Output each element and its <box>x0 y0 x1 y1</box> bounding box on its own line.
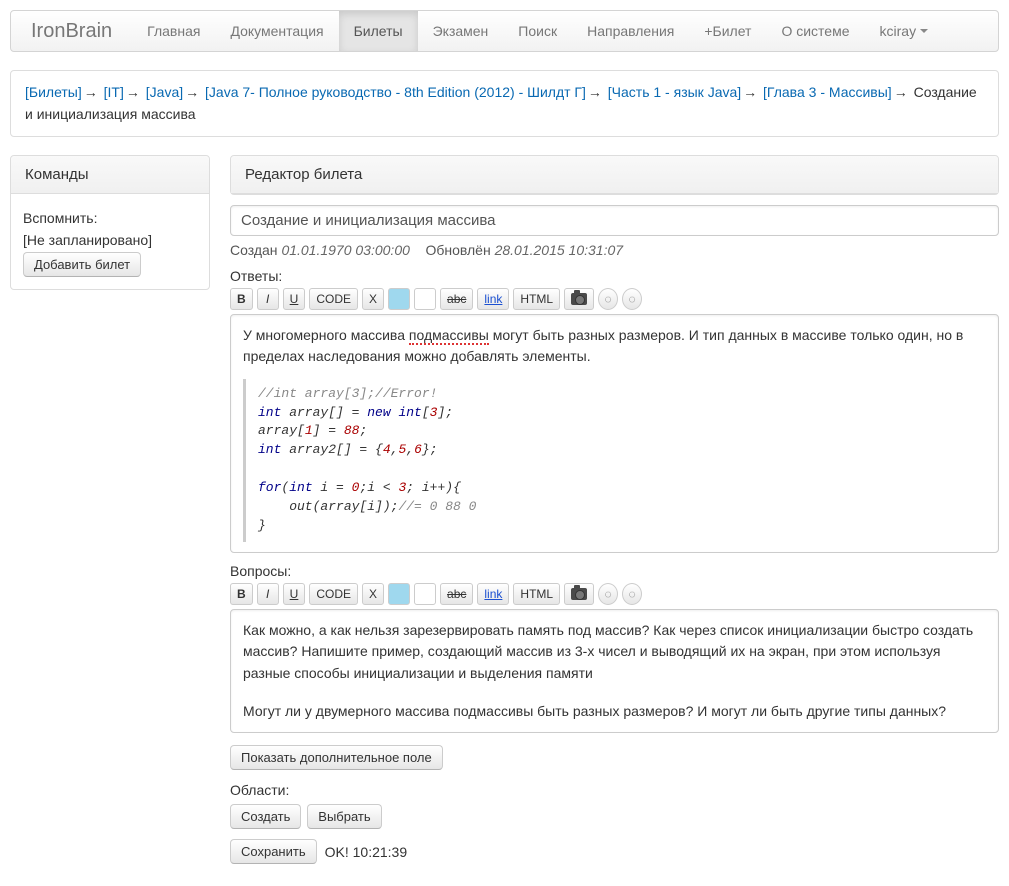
html-button-q[interactable]: HTML <box>513 583 560 605</box>
questions-label: Вопросы: <box>230 563 999 579</box>
crumb-book[interactable]: [Java 7- Полное руководство - 8th Editio… <box>205 84 586 100</box>
question-p1: Как можно, а как нельзя зарезервировать … <box>243 620 986 685</box>
nav-item-home[interactable]: Главная <box>132 11 215 51</box>
camera-icon <box>571 293 587 305</box>
italic-button-q[interactable]: I <box>257 583 279 605</box>
nav-user-dropdown[interactable]: kciray <box>865 11 944 51</box>
html-button[interactable]: HTML <box>513 288 560 310</box>
nav-item-add-ticket[interactable]: +Билет <box>689 11 766 51</box>
link-button-q[interactable]: link <box>477 583 509 605</box>
clear-button[interactable]: X <box>362 288 384 310</box>
nav-item-search[interactable]: Поиск <box>503 11 572 51</box>
caret-down-icon <box>920 29 928 33</box>
questions-editor[interactable]: Как можно, а как нельзя зарезервировать … <box>230 609 999 734</box>
code-button-q[interactable]: CODE <box>309 583 358 605</box>
crumb-part1[interactable]: [Часть 1 - язык Java] <box>608 84 741 100</box>
nav-item-directions[interactable]: Направления <box>572 11 689 51</box>
nav-user-name: kciray <box>880 23 917 39</box>
save-button[interactable]: Сохранить <box>230 839 317 864</box>
underline-button-q[interactable]: U <box>283 583 306 605</box>
brand[interactable]: IronBrain <box>11 20 132 43</box>
strike-button-q[interactable]: abc <box>440 583 473 605</box>
image-button[interactable] <box>564 288 594 310</box>
sidebar-title: Команды <box>11 156 209 194</box>
ticket-name-input[interactable] <box>230 205 999 236</box>
highlight2-button-q[interactable] <box>414 583 436 605</box>
answers-label: Ответы: <box>230 268 999 284</box>
crumb-chapter3[interactable]: [Глава 3 - Массивы] <box>763 84 892 100</box>
breadcrumb: [Билеты]→ [IT]→ [Java]→ [Java 7- Полное … <box>10 70 999 137</box>
question-p2: Могут ли у двумерного массива подмассивы… <box>243 701 986 723</box>
nav-item-exam[interactable]: Экзамен <box>418 11 504 51</box>
navbar: IronBrain Главная Документация Билеты Эк… <box>10 10 999 52</box>
editor-title: Редактор билета <box>231 156 998 194</box>
answers-toolbar: B I U CODE X abc link HTML ◌ ◌ <box>230 288 999 310</box>
image-button-q[interactable] <box>564 583 594 605</box>
meta-dates: Создан 01.01.1970 03:00:00 Обновлён 28.0… <box>230 242 999 258</box>
camera-icon <box>571 588 587 600</box>
sidebar-panel: Команды Вспомнить: [Не запланировано] До… <box>10 155 210 290</box>
editor-panel: Редактор билета <box>230 155 999 195</box>
nav-item-about[interactable]: О системе <box>766 11 864 51</box>
clear-button-q[interactable]: X <box>362 583 384 605</box>
crumb-tickets[interactable]: [Билеты] <box>25 84 82 100</box>
highlight2-button[interactable] <box>414 288 436 310</box>
nav-item-tickets[interactable]: Билеты <box>339 11 418 51</box>
italic-button[interactable]: I <box>257 288 279 310</box>
answers-editor[interactable]: У многомерного массива подмассивы могут … <box>230 314 999 553</box>
ball2-button-q[interactable]: ◌ <box>622 583 642 605</box>
questions-toolbar: B I U CODE X abc link HTML ◌ ◌ <box>230 583 999 605</box>
select-area-button[interactable]: Выбрать <box>307 804 381 829</box>
remind-value: [Не запланировано] <box>23 232 197 248</box>
show-extra-button[interactable]: Показать дополнительное поле <box>230 745 443 770</box>
link-button[interactable]: link <box>477 288 509 310</box>
strike-button[interactable]: abc <box>440 288 473 310</box>
highlight1-button[interactable] <box>388 288 410 310</box>
code-button[interactable]: CODE <box>309 288 358 310</box>
ball1-button-q[interactable]: ◌ <box>598 583 618 605</box>
answer-code: //int array[3];//Error! int array[] = ne… <box>243 379 986 542</box>
ball2-button[interactable]: ◌ <box>622 288 642 310</box>
bold-button[interactable]: B <box>230 288 253 310</box>
highlight1-button-q[interactable] <box>388 583 410 605</box>
nav-menu: Главная Документация Билеты Экзамен Поис… <box>132 11 943 51</box>
add-ticket-button[interactable]: Добавить билет <box>23 252 141 277</box>
answer-paragraph: У многомерного массива подмассивы могут … <box>243 325 986 367</box>
crumb-it[interactable]: [IT] <box>104 84 124 100</box>
create-area-button[interactable]: Создать <box>230 804 301 829</box>
remind-label: Вспомнить: <box>23 210 197 226</box>
bold-button-q[interactable]: B <box>230 583 253 605</box>
underline-button[interactable]: U <box>283 288 306 310</box>
save-status: OK! 10:21:39 <box>325 844 408 860</box>
ball1-button[interactable]: ◌ <box>598 288 618 310</box>
crumb-java[interactable]: [Java] <box>146 84 183 100</box>
areas-label: Области: <box>230 782 999 798</box>
nav-item-docs[interactable]: Документация <box>215 11 338 51</box>
